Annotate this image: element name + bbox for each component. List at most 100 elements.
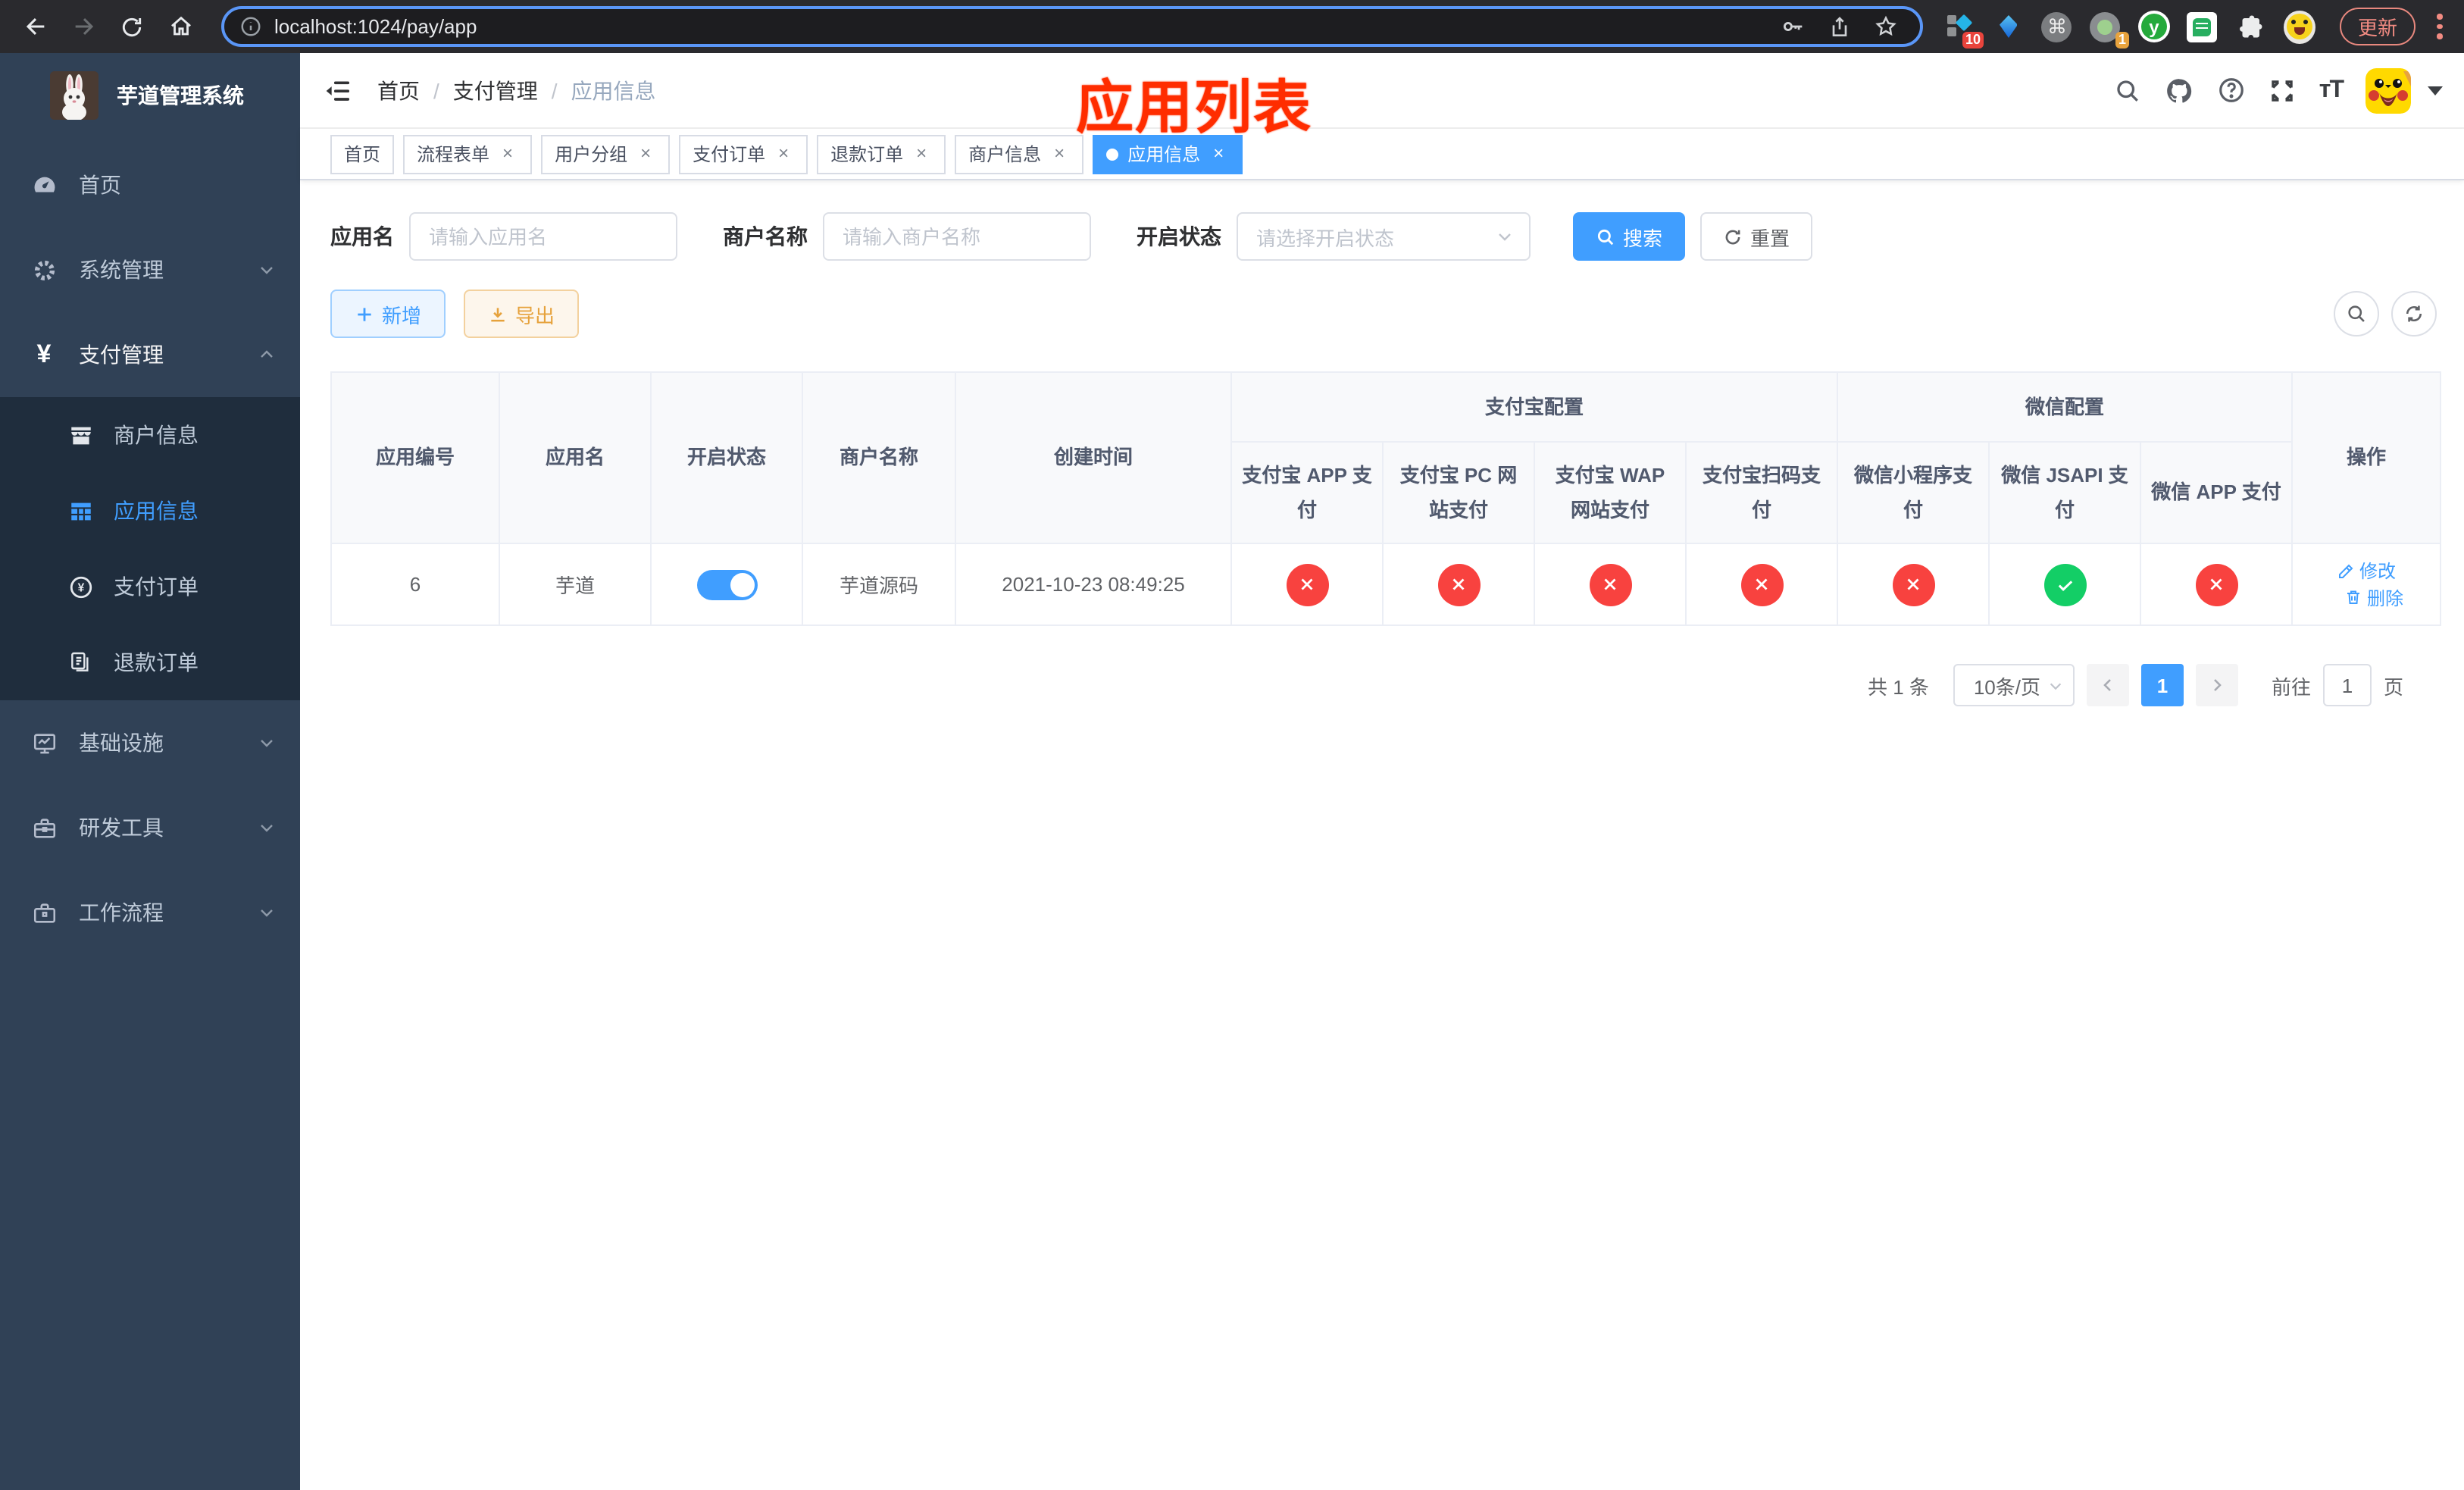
- refresh-table-button[interactable]: [2391, 291, 2437, 337]
- sidebar-item-refund-order[interactable]: 退款订单: [0, 624, 300, 700]
- sidebar-collapse-button[interactable]: [323, 75, 365, 105]
- filter-name-label: 应用名: [330, 224, 394, 249]
- next-page-button[interactable]: [2195, 664, 2238, 706]
- tab-user-group[interactable]: 用户分组 ×: [541, 134, 671, 174]
- screen: localhost:1024/pay/app 10 ⌘ 1 y 更新 芋道管理系…: [0, 0, 2464, 1490]
- cell-actions: 修改 删除: [2291, 543, 2442, 626]
- sidebar-item-merchant-info[interactable]: 商户信息: [0, 397, 300, 473]
- app-name-input[interactable]: [409, 212, 677, 261]
- browser-menu-button[interactable]: [2437, 14, 2443, 39]
- sidebar-item-devtools[interactable]: 研发工具: [0, 785, 300, 870]
- page-number-1[interactable]: 1: [2140, 664, 2184, 706]
- sidebar-item-label: 支付订单: [114, 574, 199, 599]
- sidebar-item-label: 系统管理: [79, 258, 164, 282]
- password-key-icon[interactable]: [1781, 14, 1806, 39]
- search-icon: [1597, 228, 1614, 245]
- extension-recorder-icon[interactable]: 1: [2090, 11, 2129, 49]
- status-x-icon: [1892, 563, 1935, 606]
- close-icon[interactable]: ×: [1208, 142, 1229, 164]
- navbar: 首页 / 支付管理 / 应用信息 тT: [300, 53, 2464, 129]
- close-icon[interactable]: ×: [911, 142, 932, 164]
- share-icon[interactable]: [1828, 14, 1852, 39]
- url-text[interactable]: localhost:1024/pay/app: [274, 15, 1781, 38]
- site-info-icon[interactable]: [239, 15, 262, 38]
- plus-icon: [358, 307, 371, 321]
- browser-back-button[interactable]: [15, 7, 55, 46]
- help-icon[interactable]: [2218, 76, 2247, 105]
- sidebar-item-system[interactable]: 系统管理: [0, 227, 300, 312]
- extension-y-icon[interactable]: y: [2137, 11, 2170, 42]
- status-toggle[interactable]: [696, 569, 757, 599]
- sidebar-item-pay-order[interactable]: ¥ 支付订单: [0, 549, 300, 624]
- avatar-dropdown-caret[interactable]: [2428, 86, 2443, 95]
- extension-emoji-avatar[interactable]: [2283, 10, 2315, 43]
- sidebar-item-app-info[interactable]: 应用信息: [0, 473, 300, 549]
- tab-home[interactable]: 首页: [330, 134, 395, 174]
- add-button[interactable]: 新增: [330, 290, 446, 338]
- prev-page-button[interactable]: [2086, 664, 2129, 706]
- tab-pay-order[interactable]: 支付订单 ×: [679, 134, 808, 174]
- documents-icon: [67, 650, 94, 675]
- delete-button[interactable]: 删除: [2344, 584, 2403, 610]
- search-icon[interactable]: [2115, 77, 2142, 104]
- tab-merchant-info[interactable]: 商户信息 ×: [955, 134, 1084, 174]
- sidebar-logo[interactable]: 芋道管理系统: [0, 53, 300, 138]
- sidebar-item-pay[interactable]: ¥ 支付管理: [0, 312, 300, 397]
- sidebar-item-infra[interactable]: 基础设施: [0, 700, 300, 785]
- reload-icon: [122, 17, 142, 36]
- tags-view-bar: 首页 流程表单 × 用户分组 × 支付订单 × 退款订单 × 商户信息 × 应用信息 ×: [300, 129, 2464, 180]
- page-annotation: 应用列表: [1076, 77, 1313, 141]
- sidebar-item-label: 应用信息: [114, 499, 199, 523]
- fullscreen-icon[interactable]: [2269, 77, 2297, 104]
- browser-home-button[interactable]: [161, 7, 200, 46]
- tab-refund-order[interactable]: 退款订单 ×: [817, 134, 946, 174]
- goto-page-input[interactable]: [2322, 664, 2372, 706]
- reset-button[interactable]: 重置: [1700, 212, 1813, 261]
- extension-kite-icon[interactable]: [1993, 11, 2025, 42]
- status-select[interactable]: 请选择开启状态: [1237, 212, 1531, 261]
- page-size-select[interactable]: 10条/页: [1953, 664, 2075, 706]
- refresh-icon: [1725, 229, 1740, 244]
- close-icon[interactable]: ×: [773, 142, 794, 164]
- extension-command-icon[interactable]: ⌘: [2041, 11, 2073, 42]
- user-avatar[interactable]: [2366, 67, 2411, 113]
- cell-wx-jsapi: [1988, 543, 2142, 626]
- show-search-button[interactable]: [2334, 291, 2379, 337]
- breadcrumb-home[interactable]: 首页: [377, 75, 420, 105]
- sidebar-item-home[interactable]: 首页: [0, 142, 300, 227]
- extension-tabs-icon[interactable]: 10: [1944, 11, 1984, 49]
- tab-process-form[interactable]: 流程表单 ×: [403, 134, 533, 174]
- extension-chat-icon[interactable]: [2187, 11, 2219, 42]
- sidebar-item-label: 首页: [79, 173, 121, 197]
- breadcrumb-separator: /: [433, 78, 439, 102]
- briefcase-icon: [30, 900, 58, 925]
- puzzle-icon: [2240, 14, 2263, 37]
- merchant-name-input[interactable]: [823, 212, 1091, 261]
- extension-badge: 1: [2115, 32, 2129, 49]
- url-bar[interactable]: localhost:1024/pay/app: [221, 6, 1923, 47]
- filter-form: 应用名 商户名称 开启状态 请选择开启状态 搜索: [330, 212, 2437, 261]
- export-button[interactable]: 导出: [464, 290, 580, 338]
- filter-merchant-label: 商户名称: [723, 224, 808, 249]
- forward-icon: [74, 17, 93, 36]
- sidebar-item-workflow[interactable]: 工作流程: [0, 870, 300, 955]
- close-icon[interactable]: ×: [635, 142, 656, 164]
- browser-forward-button[interactable]: [64, 7, 103, 46]
- close-icon[interactable]: ×: [497, 142, 518, 164]
- chevron-down-icon: [261, 909, 273, 917]
- search-button[interactable]: 搜索: [1573, 212, 1686, 261]
- bookmark-star-icon[interactable]: [1873, 14, 1899, 39]
- close-icon[interactable]: ×: [1049, 142, 1070, 164]
- github-icon[interactable]: [2165, 75, 2195, 105]
- status-x-icon: [2195, 563, 2238, 606]
- col-header-alipay-qr: 支付宝扫码支付: [1684, 441, 1839, 544]
- font-size-icon[interactable]: тT: [2319, 77, 2344, 104]
- col-header-id: 应用编号: [330, 371, 500, 544]
- status-x-icon: [1740, 563, 1783, 606]
- trash-icon: [2347, 590, 2359, 604]
- breadcrumb-pay[interactable]: 支付管理: [453, 75, 538, 105]
- browser-reload-button[interactable]: [112, 7, 152, 46]
- edit-button[interactable]: 修改: [2337, 558, 2396, 584]
- browser-update-button[interactable]: 更新: [2339, 8, 2416, 45]
- extension-puzzle-icon[interactable]: [2235, 11, 2267, 42]
